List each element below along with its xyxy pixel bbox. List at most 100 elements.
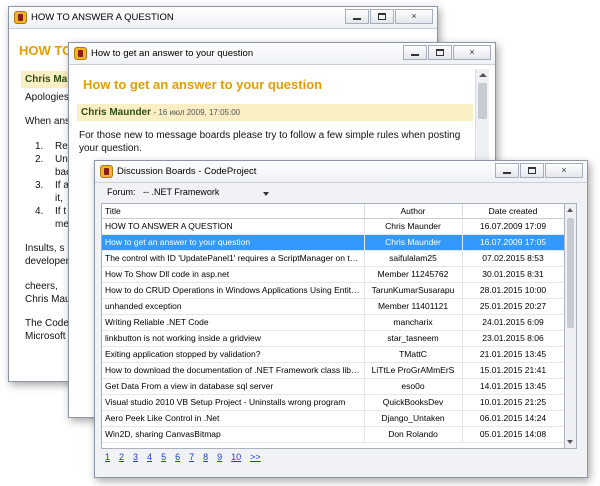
- titlebar[interactable]: Discussion Boards - CodeProject ×: [95, 161, 587, 183]
- scroll-thumb[interactable]: [478, 83, 487, 119]
- list-number: 4.: [35, 206, 44, 217]
- page-link[interactable]: >>: [250, 452, 261, 462]
- titlebar[interactable]: HOW TO ANSWER A QUESTION ×: [9, 7, 437, 29]
- page-link[interactable]: 4: [147, 452, 152, 462]
- scroll-down-icon[interactable]: [567, 440, 573, 444]
- cell-date: 24.01.2015 6:09: [462, 314, 564, 331]
- forum-select[interactable]: -- .NET Framework: [143, 187, 219, 197]
- table-row[interactable]: linkbutton is not working inside a gridv…: [102, 330, 564, 347]
- cell-date: 16.07.2009 17:09: [462, 218, 564, 235]
- page-link[interactable]: 10: [231, 452, 241, 462]
- minimize-icon: [503, 172, 511, 174]
- codeproject-icon: [74, 47, 87, 60]
- page-link[interactable]: 1: [105, 452, 110, 462]
- cell-title: unhanded exception: [102, 298, 365, 315]
- window-title: HOW TO ANSWER A QUESTION: [31, 12, 174, 23]
- cell-date: 28.01.2015 10:00: [462, 282, 564, 299]
- cell-title: Exiting application stopped by validatio…: [102, 346, 365, 363]
- maximize-icon: [436, 49, 444, 56]
- column-header-date[interactable]: Date created: [462, 204, 564, 219]
- column-header-title[interactable]: Title: [102, 204, 365, 219]
- cell-title: Get Data From a view in database sql ser…: [102, 378, 365, 395]
- table-row[interactable]: Get Data From a view in database sql ser…: [102, 378, 564, 395]
- cell-author: star_tasneem: [364, 330, 463, 347]
- table-row[interactable]: The control with ID 'UpdatePanel1' requi…: [102, 250, 564, 267]
- cell-date: 23.01.2015 8:06: [462, 330, 564, 347]
- table-row[interactable]: Exiting application stopped by validatio…: [102, 346, 564, 363]
- grid-header: Title Author Date created: [102, 204, 564, 219]
- cell-author: saifulalam25: [364, 250, 463, 267]
- cell-date: 30.01.2015 8:31: [462, 266, 564, 283]
- page-link[interactable]: 6: [175, 452, 180, 462]
- list-number: 2.: [35, 154, 44, 165]
- window-discussion-boards: Discussion Boards - CodeProject × Forum:…: [94, 160, 588, 478]
- table-row[interactable]: Writing Reliable .NET Code mancharix 24.01…: [102, 314, 564, 331]
- column-header-author[interactable]: Author: [364, 204, 463, 219]
- page-link[interactable]: 8: [203, 452, 208, 462]
- minimize-button[interactable]: [345, 9, 369, 24]
- list-text: If t: [55, 206, 67, 217]
- scroll-thumb[interactable]: [567, 218, 574, 328]
- scroll-up-icon[interactable]: [567, 208, 573, 212]
- page-link[interactable]: 5: [161, 452, 166, 462]
- body-line: Microsoft: [25, 331, 66, 342]
- cell-author: Member 11401121: [364, 298, 463, 315]
- cell-author: Django_Untaken: [364, 410, 463, 427]
- table-row[interactable]: How To Show Dll code in asp.net Member 11…: [102, 266, 564, 283]
- table-row[interactable]: Win2D, sharing CanvasBitmap Don Rolando 05…: [102, 426, 564, 443]
- cell-author: TMattC: [364, 346, 463, 363]
- close-button[interactable]: ×: [545, 163, 583, 178]
- cell-title: Win2D, sharing CanvasBitmap: [102, 426, 365, 443]
- close-button[interactable]: ×: [453, 45, 491, 60]
- body-line: Apologies: [25, 92, 69, 103]
- titlebar[interactable]: How to get an answer to your question ×: [69, 43, 495, 65]
- cell-date: 15.01.2015 21:41: [462, 362, 564, 379]
- table-row[interactable]: Aero Peek Like Control in .Net Django_Unt…: [102, 410, 564, 427]
- minimize-icon: [353, 18, 361, 20]
- grid-scrollbar[interactable]: [565, 203, 577, 449]
- table-row[interactable]: unhanded exception Member 11401121 25.01.2…: [102, 298, 564, 315]
- table-row[interactable]: Visual studio 2010 VB Setup Project - Un…: [102, 394, 564, 411]
- cell-author: LiTtLe ProGrAMmErS: [364, 362, 463, 379]
- forum-bar: Forum: -- .NET Framework: [101, 185, 581, 201]
- minimize-button[interactable]: [495, 163, 519, 178]
- window-title: How to get an answer to your question: [91, 48, 254, 59]
- cell-title: Visual studio 2010 VB Setup Project - Un…: [102, 394, 365, 411]
- scroll-up-icon[interactable]: [479, 73, 487, 77]
- maximize-icon: [528, 167, 536, 174]
- list-number: 1.: [35, 141, 44, 152]
- close-button[interactable]: ×: [395, 9, 433, 24]
- cell-title: How to download the documentation of .NE…: [102, 362, 365, 379]
- cell-date: 07.02.2015 8:53: [462, 250, 564, 267]
- forum-label: Forum:: [107, 187, 136, 197]
- maximize-icon: [378, 13, 386, 20]
- table-row[interactable]: How to get an answer to your question Chr…: [102, 234, 564, 251]
- table-row[interactable]: How to do CRUD Operations in Windows App…: [102, 282, 564, 299]
- author-bar: Chris Maunder - 16 июл 2009, 17:05:00: [77, 104, 473, 121]
- body-line: Insults, s: [25, 243, 65, 254]
- cell-title: Aero Peek Like Control in .Net: [102, 410, 365, 427]
- maximize-button[interactable]: [520, 163, 544, 178]
- minimize-button[interactable]: [403, 45, 427, 60]
- page-link[interactable]: 3: [133, 452, 138, 462]
- maximize-button[interactable]: [370, 9, 394, 24]
- body-line: cheers,: [25, 281, 58, 292]
- page-link[interactable]: 2: [119, 452, 124, 462]
- cell-date: 14.01.2015 13:45: [462, 378, 564, 395]
- cell-date: 05.01.2015 14:08: [462, 426, 564, 443]
- message-heading: How to get an answer to your question: [83, 77, 323, 92]
- cell-date: 06.01.2015 14:24: [462, 410, 564, 427]
- window-title: Discussion Boards - CodeProject: [117, 166, 257, 177]
- table-row[interactable]: HOW TO ANSWER A QUESTION Chris Maunder 16.…: [102, 218, 564, 235]
- page-link[interactable]: 7: [189, 452, 194, 462]
- page-link[interactable]: 9: [217, 452, 222, 462]
- table-row[interactable]: How to download the documentation of .NE…: [102, 362, 564, 379]
- message-body: For those new to message boards please t…: [79, 130, 461, 154]
- list-text: it,: [55, 193, 63, 204]
- maximize-button[interactable]: [428, 45, 452, 60]
- dropdown-arrow-icon[interactable]: [263, 192, 269, 196]
- list-text: If a: [55, 180, 69, 191]
- codeproject-icon: [100, 165, 113, 178]
- cell-title: How To Show Dll code in asp.net: [102, 266, 365, 283]
- cell-author: eso0o: [364, 378, 463, 395]
